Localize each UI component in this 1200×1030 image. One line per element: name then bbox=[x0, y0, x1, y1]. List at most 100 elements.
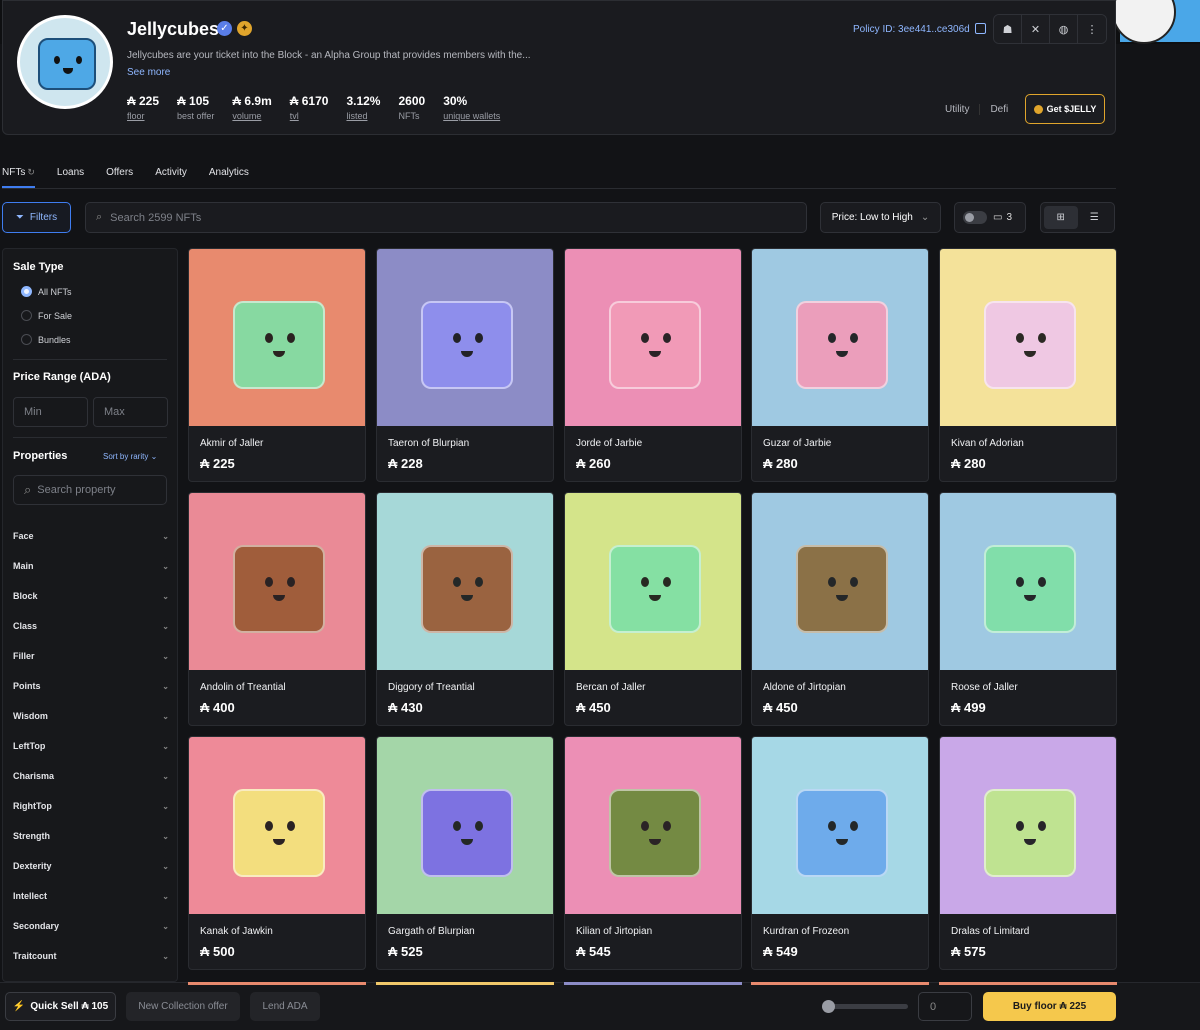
max-price-input[interactable] bbox=[104, 406, 159, 418]
globe-icon[interactable]: ◍ bbox=[1050, 15, 1078, 43]
tab-offers[interactable]: Offers bbox=[106, 160, 133, 188]
nft-image[interactable] bbox=[565, 493, 741, 670]
stat-label[interactable]: volume bbox=[232, 111, 271, 121]
property-filler[interactable]: Filler ⌄ bbox=[13, 641, 169, 671]
nft-image[interactable] bbox=[377, 493, 553, 670]
tab-loans[interactable]: Loans bbox=[57, 160, 84, 188]
lend-ada-button[interactable]: Lend ADA bbox=[250, 992, 320, 1021]
sale-type-for-sale[interactable]: For Sale bbox=[21, 310, 72, 321]
sale-type-all-nfts[interactable]: All NFTs bbox=[21, 286, 72, 297]
sort-by-rarity-dropdown[interactable]: Sort by rarity ⌄ bbox=[103, 452, 157, 461]
radio-button[interactable] bbox=[21, 310, 32, 321]
nft-image[interactable] bbox=[940, 493, 1116, 670]
property-strength[interactable]: Strength ⌄ bbox=[13, 821, 169, 851]
nft-card[interactable]: Taeron of Blurpian ₳ 228 bbox=[376, 248, 554, 482]
nft-card[interactable]: Kilian of Jirtopian ₳ 545 bbox=[564, 736, 742, 970]
property-secondary[interactable]: Secondary ⌄ bbox=[13, 911, 169, 941]
property-intellect[interactable]: Intellect ⌄ bbox=[13, 881, 169, 911]
stat-value: ₳ 105 bbox=[177, 94, 210, 108]
nft-image[interactable] bbox=[377, 249, 553, 426]
get-jelly-button[interactable]: Get $JELLY bbox=[1025, 94, 1105, 124]
stat-label[interactable]: unique wallets bbox=[443, 111, 500, 121]
discord-icon[interactable]: ☗ bbox=[994, 15, 1022, 43]
property-points[interactable]: Points ⌄ bbox=[13, 671, 169, 701]
sort-dropdown[interactable]: Price: Low to High ⌄ bbox=[820, 202, 941, 233]
nft-image[interactable] bbox=[752, 737, 928, 914]
nft-image[interactable] bbox=[565, 737, 741, 914]
sweep-slider[interactable] bbox=[822, 1000, 908, 1013]
property-face[interactable]: Face ⌄ bbox=[13, 521, 169, 551]
property-label: Block bbox=[13, 591, 38, 601]
filters-button[interactable]: ⏷ Filters bbox=[2, 202, 71, 233]
list-view-icon[interactable]: ☰ bbox=[1078, 206, 1112, 229]
sale-type-bundles[interactable]: Bundles bbox=[21, 334, 71, 345]
nft-price: ₳ 549 bbox=[763, 944, 798, 959]
nft-card[interactable]: Dralas of Limitard ₳ 575 bbox=[939, 736, 1117, 970]
nft-card[interactable]: Akmir of Jaller ₳ 225 bbox=[188, 248, 366, 482]
property-main[interactable]: Main ⌄ bbox=[13, 551, 169, 581]
nft-card[interactable]: Guzar of Jarbie ₳ 280 bbox=[751, 248, 929, 482]
nft-image[interactable] bbox=[940, 737, 1116, 914]
tag-link-defi[interactable]: Defi bbox=[980, 104, 1018, 115]
stat-label: best offer bbox=[177, 111, 215, 121]
nft-card[interactable]: Andolin of Treantial ₳ 400 bbox=[188, 492, 366, 726]
grid-view-icon[interactable]: ⊞ bbox=[1044, 206, 1078, 229]
property-class[interactable]: Class ⌄ bbox=[13, 611, 169, 641]
stat-label[interactable]: floor bbox=[127, 111, 159, 121]
tag-link-utility[interactable]: Utility bbox=[935, 104, 981, 115]
nft-card[interactable]: Gargath of Blurpian ₳ 525 bbox=[376, 736, 554, 970]
nft-image[interactable] bbox=[377, 737, 553, 914]
tab-activity[interactable]: Activity bbox=[155, 160, 187, 188]
nft-card[interactable]: Bercan of Jaller ₳ 450 bbox=[564, 492, 742, 726]
nft-image[interactable] bbox=[752, 249, 928, 426]
tab-nfts[interactable]: NFTs ↻ bbox=[2, 160, 35, 188]
radio-button[interactable] bbox=[21, 334, 32, 345]
min-price-field bbox=[13, 397, 88, 427]
property-wisdom[interactable]: Wisdom ⌄ bbox=[13, 701, 169, 731]
nft-price: ₳ 575 bbox=[951, 944, 986, 959]
tab-analytics[interactable]: Analytics bbox=[209, 160, 249, 188]
nft-card[interactable]: Diggory of Treantial ₳ 430 bbox=[376, 492, 554, 726]
stat-label[interactable]: tvl bbox=[290, 111, 329, 121]
nft-search-input[interactable] bbox=[110, 211, 791, 224]
nft-image[interactable] bbox=[940, 249, 1116, 426]
see-more-link[interactable]: See more bbox=[127, 67, 170, 78]
nft-card[interactable]: Roose of Jaller ₳ 499 bbox=[939, 492, 1117, 726]
property-righttop[interactable]: RightTop ⌄ bbox=[13, 791, 169, 821]
property-dexterity[interactable]: Dexterity ⌄ bbox=[13, 851, 169, 881]
nft-card[interactable]: Kurdran of Frozeon ₳ 549 bbox=[751, 736, 929, 970]
more-vertical-icon[interactable]: ⋮ bbox=[1078, 15, 1106, 43]
slider-handle[interactable] bbox=[822, 1000, 835, 1013]
property-lefttop[interactable]: LeftTop ⌄ bbox=[13, 731, 169, 761]
min-price-input[interactable] bbox=[24, 406, 79, 418]
property-charisma[interactable]: Charisma ⌄ bbox=[13, 761, 169, 791]
stat-label[interactable]: listed bbox=[346, 111, 380, 121]
x-twitter-icon[interactable]: ✕ bbox=[1022, 15, 1050, 43]
stat-label: NFTs bbox=[398, 111, 420, 121]
nft-card[interactable]: Aldone of Jirtopian ₳ 450 bbox=[751, 492, 929, 726]
nft-image[interactable] bbox=[189, 493, 365, 670]
property-backgrounds[interactable]: Backgrounds⌄ bbox=[13, 971, 169, 981]
stat-listed: 3.12% listed bbox=[346, 94, 380, 121]
nft-image[interactable] bbox=[189, 737, 365, 914]
new-collection-offer-button[interactable]: New Collection offer bbox=[126, 992, 240, 1021]
quick-sell-button[interactable]: ⚡ Quick Sell ₳ 105 bbox=[5, 992, 116, 1021]
nft-image[interactable] bbox=[565, 249, 741, 426]
nft-card[interactable]: Jorde of Jarbie ₳ 260 bbox=[564, 248, 742, 482]
buy-floor-button[interactable]: Buy floor ₳ 225 bbox=[983, 992, 1116, 1021]
get-jelly-label: Get $JELLY bbox=[1046, 104, 1097, 114]
wallet-toggle[interactable]: ▭ 3 bbox=[954, 202, 1026, 233]
radio-button[interactable] bbox=[21, 286, 32, 297]
copy-icon[interactable] bbox=[975, 23, 986, 34]
nft-image[interactable] bbox=[752, 493, 928, 670]
search-icon: ⌕ bbox=[24, 482, 32, 497]
nft-image[interactable] bbox=[189, 249, 365, 426]
property-block[interactable]: Block ⌄ bbox=[13, 581, 169, 611]
toggle-switch[interactable] bbox=[963, 211, 987, 224]
refresh-icon[interactable]: ↻ bbox=[27, 167, 35, 177]
sweep-quantity-input[interactable]: 0 bbox=[918, 992, 972, 1021]
property-traitcount[interactable]: Traitcount ⌄ bbox=[13, 941, 169, 971]
nft-card[interactable]: Kivan of Adorian ₳ 280 bbox=[939, 248, 1117, 482]
nft-card[interactable]: Kanak of Jawkin ₳ 500 bbox=[188, 736, 366, 970]
property-search-input[interactable] bbox=[37, 484, 148, 496]
